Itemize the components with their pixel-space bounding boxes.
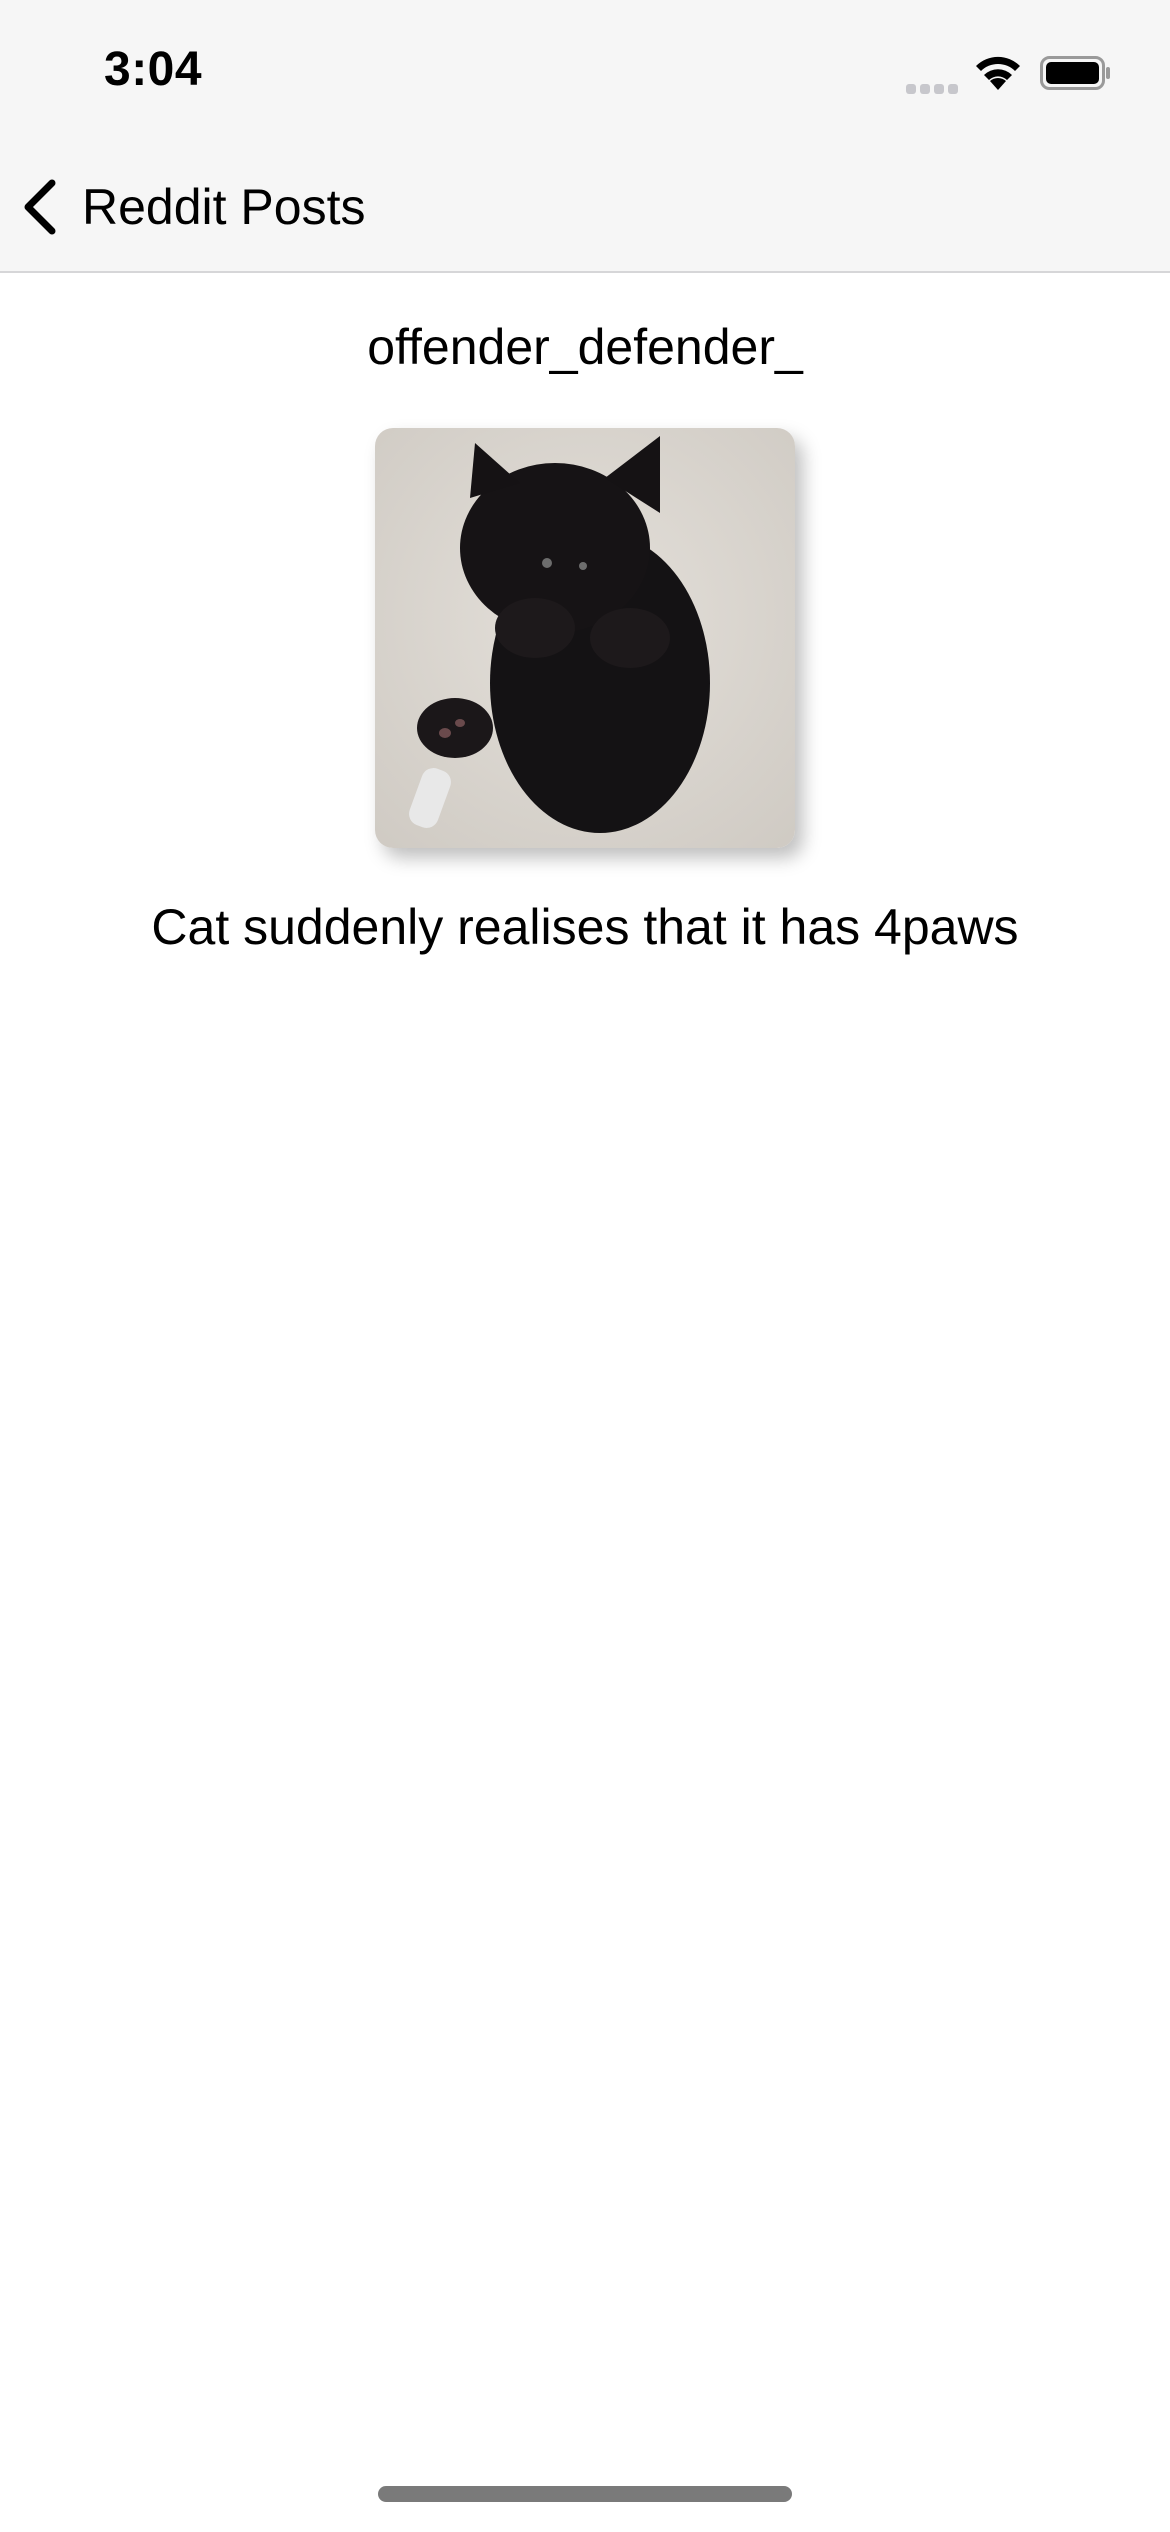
- wifi-icon: [976, 56, 1020, 90]
- cellular-signal-icon: [906, 82, 960, 94]
- home-indicator[interactable]: [378, 2486, 792, 2502]
- post-author: offender_defender_: [367, 319, 803, 375]
- back-button[interactable]: Reddit Posts: [20, 170, 365, 244]
- back-button-label: Reddit Posts: [82, 179, 366, 235]
- chevron-left-icon: [24, 179, 56, 235]
- post-image[interactable]: [375, 428, 795, 848]
- kitten-image: [375, 428, 795, 848]
- battery-icon: [1040, 56, 1110, 90]
- status-time: 3:04: [104, 43, 203, 96]
- screen: 3:04 Reddit Posts offender_defender_ Cat…: [0, 0, 1170, 2532]
- top-chrome: 3:04 Reddit Posts: [0, 0, 1170, 273]
- post-title: Cat suddenly realises that it has 4paws: [151, 899, 1019, 955]
